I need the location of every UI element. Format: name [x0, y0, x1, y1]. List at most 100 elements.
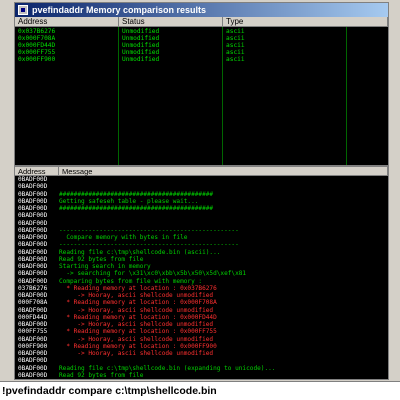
- cell-address: 0x000FD44D: [18, 42, 56, 49]
- command-input[interactable]: [2, 385, 398, 397]
- log-row[interactable]: 0BADF00D Compare memory with bytes in fi…: [15, 234, 388, 241]
- log-message: -> Hooray, ascii shellcode unmodified: [59, 335, 214, 343]
- cell-type: ascii: [226, 28, 245, 35]
- log-address: 0BADF00D: [18, 335, 48, 343]
- log-row[interactable]: 0BADF00D Read 92 bytes from file: [15, 256, 388, 263]
- log-row[interactable]: 0BADF00D -> Hooray, ascii shellcode unmo…: [15, 350, 388, 357]
- log-row[interactable]: 0BADF00D: [15, 183, 388, 190]
- cell-status: Unmodified: [122, 35, 160, 42]
- comparison-table-body: 0x037B6276 Unmodified ascii 0x000F708A Unmod…: [15, 27, 388, 165]
- log-row[interactable]: 0BADF00D Getting safeseh table - please w…: [15, 198, 388, 205]
- log-address: 0BADF00D: [18, 226, 48, 234]
- log-window: Address Message 0BADF00D 0BADF00D 0BADF00D…: [14, 166, 389, 380]
- log-row[interactable]: 0BADF00D Read 92 bytes from file: [15, 372, 388, 379]
- log-address: 000F708A: [18, 299, 48, 307]
- cell-type: ascii: [226, 49, 245, 56]
- log-address: 000FF900: [18, 342, 48, 350]
- table-row[interactable]: 0x037B6276 Unmodified ascii: [15, 28, 388, 35]
- log-address: 0BADF00D: [18, 350, 48, 357]
- log-message: [59, 212, 388, 219]
- log-row[interactable]: 000FF755 * Reading memory at location : …: [15, 328, 388, 335]
- column-header-status[interactable]: Status: [119, 17, 223, 27]
- log-row[interactable]: 0BADF00D --------------------------------…: [15, 227, 388, 234]
- log-address: 0BADF00D: [18, 270, 48, 278]
- log-address: 037B6276: [18, 284, 48, 292]
- table-row[interactable]: 0x000FF755 Unmodified ascii: [15, 49, 388, 56]
- column-header-address[interactable]: Address: [15, 17, 119, 27]
- cell-type: ascii: [226, 56, 245, 63]
- log-message: Read 92 bytes from file: [59, 371, 144, 379]
- log-row[interactable]: 0BADF00D Starting search in memory: [15, 263, 388, 270]
- log-row[interactable]: 0BADF00D -> Hooray, ascii shellcode unmo…: [15, 292, 388, 299]
- log-message: Compare memory with bytes in file: [59, 234, 188, 241]
- log-address: 0BADF00D: [18, 357, 48, 365]
- log-message: [59, 176, 388, 183]
- log-address: 0BADF00D: [18, 176, 48, 183]
- log-address: 0BADF00D: [18, 292, 48, 299]
- log-row[interactable]: 0BADF00D ################################…: [15, 191, 388, 198]
- log-scrollbar[interactable]: [380, 176, 388, 379]
- cell-address: 0x037B6276: [18, 28, 56, 35]
- log-address: 0BADF00D: [18, 248, 48, 256]
- log-message: Reading file c:\tmp\shellcode.bin (ascii…: [59, 248, 221, 256]
- log-row[interactable]: 0BADF00D Reading file c:\tmp\shellcode.bi…: [15, 365, 388, 372]
- log-message: [59, 357, 388, 364]
- cell-status: Unmodified: [122, 49, 160, 56]
- log-row[interactable]: 0BADF00D ################################…: [15, 205, 388, 212]
- log-row[interactable]: 037B6276 * Reading memory at location : …: [15, 285, 388, 292]
- log-row[interactable]: 0BADF00D Comparing bytes from file with m…: [15, 278, 388, 285]
- log-column-header-message[interactable]: Message: [59, 167, 388, 176]
- cell-status: Unmodified: [122, 42, 160, 49]
- log-column-header-address[interactable]: Address: [15, 167, 59, 176]
- log-address: 0BADF00D: [18, 241, 48, 249]
- log-row[interactable]: 0BADF00D Reading file c:\tmp\shellcode.bi…: [15, 249, 388, 256]
- command-bar: [0, 381, 400, 400]
- log-message: ########################################…: [59, 205, 214, 212]
- log-message: ----------------------------------------…: [59, 226, 239, 234]
- log-message: * Reading memory at location : 0x000FF75…: [59, 328, 217, 336]
- log-message: -> searching for \x31\xc0\xbb\x5b\x50\x5…: [59, 270, 247, 278]
- log-row[interactable]: 0BADF00D --------------------------------…: [15, 241, 388, 248]
- log-address: 0BADF00D: [18, 212, 48, 220]
- log-row[interactable]: 0BADF00D: [15, 220, 388, 227]
- log-message: ########################################…: [59, 190, 214, 198]
- log-message: [59, 183, 388, 190]
- table-row[interactable]: 0x000FD44D Unmodified ascii: [15, 42, 388, 49]
- log-row[interactable]: 0BADF00D: [15, 357, 388, 364]
- log-address: 0BADF00D: [18, 255, 48, 263]
- cell-address: 0x000FF900: [18, 56, 56, 63]
- log-message: * Reading memory at location : 0x037B627…: [59, 284, 217, 292]
- log-address: 0BADF00D: [18, 277, 48, 285]
- comparison-results-window: pvefindaddr Memory comparison results Ad…: [14, 2, 389, 166]
- log-address: 0BADF00D: [18, 321, 48, 328]
- log-row[interactable]: 0BADF00D -> Hooray, ascii shellcode unmo…: [15, 321, 388, 328]
- log-address: 0BADF00D: [18, 234, 48, 241]
- log-message: Getting safeseh table - please wait...: [59, 197, 199, 205]
- comparison-table-header: Address Status Type: [15, 17, 388, 27]
- log-address: 0BADF00D: [18, 183, 48, 191]
- log-message: Read 92 bytes from file: [59, 255, 144, 263]
- log-row[interactable]: 0BADF00D: [15, 176, 388, 183]
- log-message: Comparing bytes from file with memory :: [59, 277, 203, 285]
- log-row[interactable]: 0BADF00D -> Hooray, ascii shellcode unmo…: [15, 336, 388, 343]
- cell-type: ascii: [226, 42, 245, 49]
- window-app-icon: [18, 5, 28, 15]
- log-message: [59, 220, 388, 227]
- comparison-window-titlebar[interactable]: pvefindaddr Memory comparison results: [15, 3, 388, 17]
- log-address: 000FD44D: [18, 313, 48, 321]
- log-row[interactable]: 0BADF00D: [15, 212, 388, 219]
- log-address: 000FF755: [18, 328, 48, 336]
- log-row[interactable]: 0BADF00D -> Hooray, ascii shellcode unmo…: [15, 307, 388, 314]
- table-row[interactable]: 0x000F708A Unmodified ascii: [15, 35, 388, 42]
- log-address: 0BADF00D: [18, 190, 48, 198]
- log-table-header: Address Message: [15, 167, 388, 176]
- cell-address: 0x000FF755: [18, 49, 56, 56]
- log-message: Reading file c:\tmp\shellcode.bin (expan…: [59, 364, 276, 372]
- log-row[interactable]: 000F708A * Reading memory at location : …: [15, 299, 388, 306]
- table-row[interactable]: 0x000FF900 Unmodified ascii: [15, 56, 388, 63]
- cell-status: Unmodified: [122, 28, 160, 35]
- log-row[interactable]: 0BADF00D -> searching for \x31\xc0\xbb\x…: [15, 270, 388, 277]
- log-row[interactable]: 000FD44D * Reading memory at location : …: [15, 314, 388, 321]
- column-header-type[interactable]: Type: [223, 17, 388, 27]
- log-row[interactable]: 000FF900 * Reading memory at location : …: [15, 343, 388, 350]
